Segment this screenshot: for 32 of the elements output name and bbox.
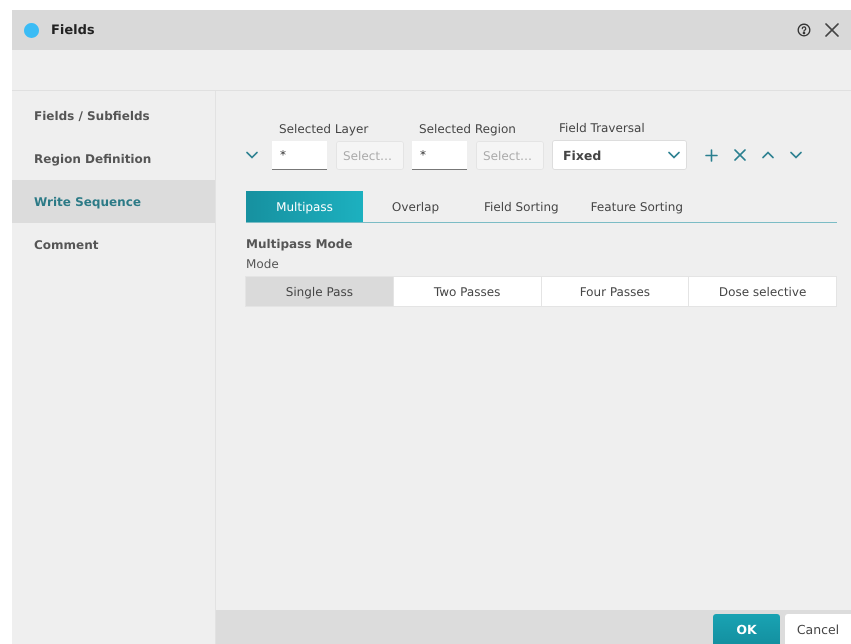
field-label: Selected Region [419, 122, 517, 136]
chevron-down-icon[interactable] [790, 151, 802, 159]
field-label: Selected Layer [279, 122, 370, 136]
cancel-button[interactable]: Cancel [785, 614, 851, 644]
segment-button[interactable]: Four Passes [540, 276, 690, 307]
tab[interactable]: Field Sorting [468, 191, 575, 222]
sidebar-item[interactable]: Fields / Subfields [12, 94, 215, 137]
select-field[interactable]: Select… [336, 141, 404, 170]
tab[interactable]: Feature Sorting [574, 191, 699, 222]
help-icon[interactable] [797, 23, 811, 37]
segment-button[interactable]: Dose selective [688, 276, 837, 307]
close-icon[interactable] [825, 23, 839, 37]
sidebar-item[interactable]: Region Definition [12, 137, 215, 180]
window-title: Fields [51, 22, 96, 38]
status-dot [24, 22, 39, 38]
chevron-up-icon[interactable] [762, 151, 774, 159]
segment-button[interactable]: Single Pass [245, 276, 394, 307]
section-title: Multipass Mode [246, 237, 354, 251]
chevron-down-icon [668, 151, 680, 159]
input-field[interactable]: * [272, 141, 327, 170]
plus-icon[interactable] [705, 148, 718, 162]
sidebar-item[interactable]: Write Sequence [12, 180, 215, 223]
field-label: Field Traversal [559, 121, 646, 135]
sidebar-item[interactable]: Comment [12, 223, 215, 266]
tab[interactable]: Overlap [363, 191, 468, 222]
field-label: Mode [246, 257, 280, 271]
close-icon[interactable] [734, 149, 746, 161]
dropdown[interactable]: Fixed [552, 140, 687, 170]
select-field[interactable]: Select… [476, 141, 544, 170]
segment-button[interactable]: Two Passes [392, 276, 542, 307]
chevron-down-icon[interactable] [246, 151, 258, 159]
input-field[interactable]: * [412, 141, 467, 170]
